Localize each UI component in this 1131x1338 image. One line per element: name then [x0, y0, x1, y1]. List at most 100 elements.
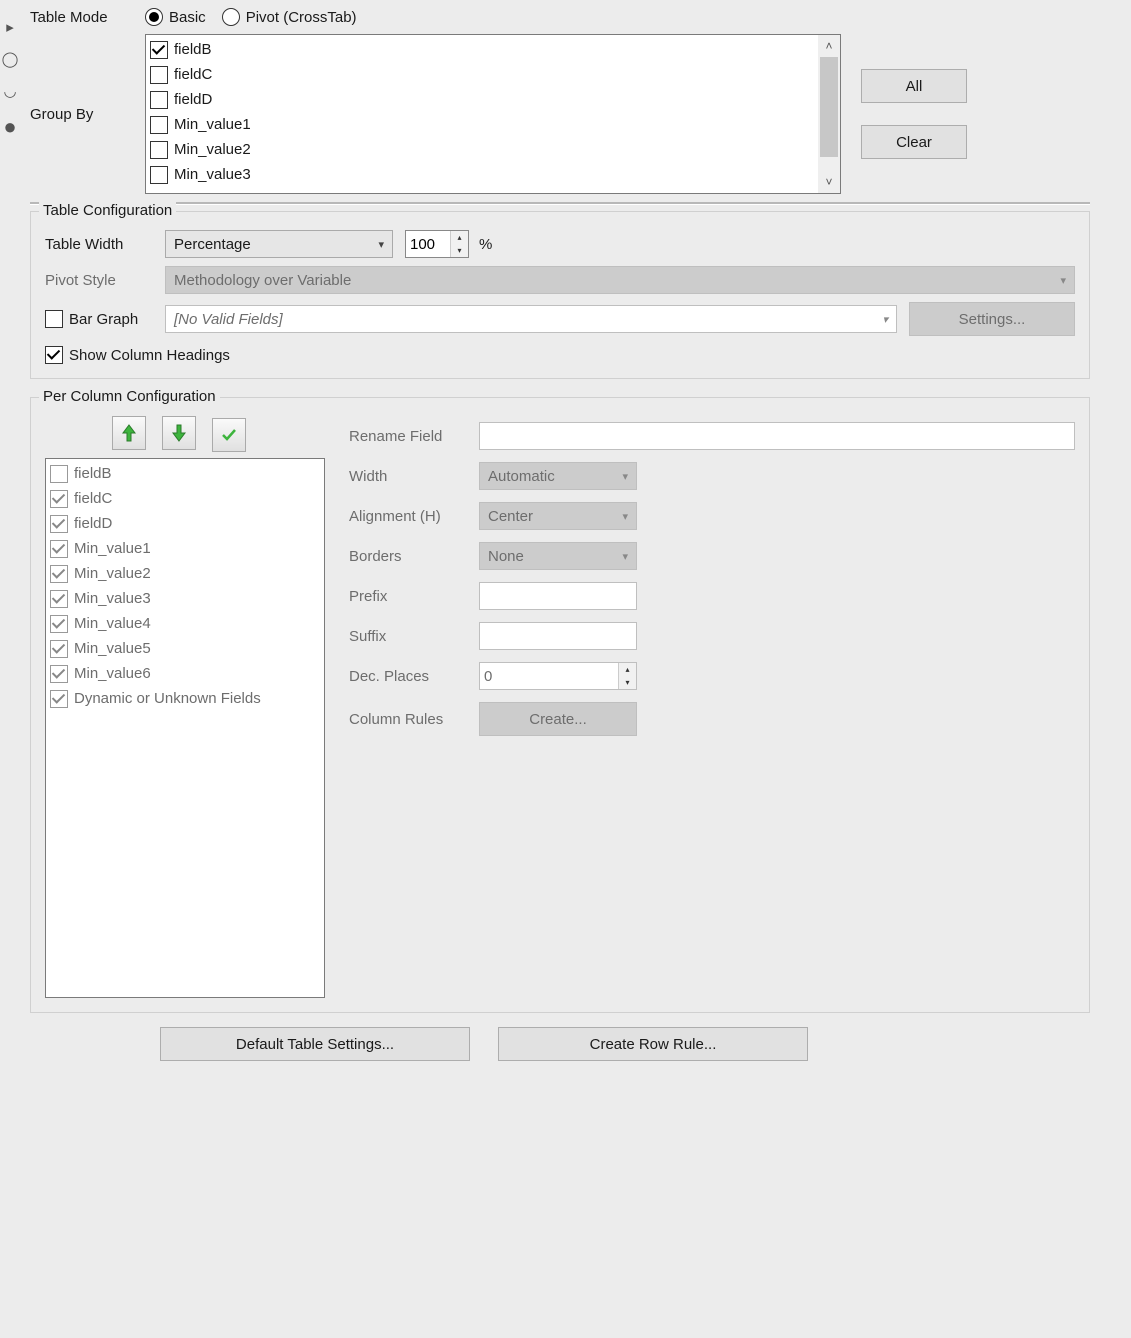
list-item-label: Min_value4 [74, 615, 151, 632]
radio-basic[interactable]: Basic [145, 8, 206, 26]
list-item[interactable]: Min_value2 [50, 561, 320, 586]
pivot-style-label: Pivot Style [45, 272, 165, 289]
list-item-label: fieldC [74, 490, 112, 507]
group-title: Per Column Configuration [39, 388, 220, 405]
chevron-down-icon: ▾ [622, 510, 628, 523]
checkbox-icon [50, 565, 68, 583]
list-item[interactable]: Min_value6 [50, 661, 320, 686]
move-up-button[interactable] [112, 416, 146, 450]
list-item-label: Min_value5 [74, 640, 151, 657]
list-item[interactable]: Min_value4 [50, 611, 320, 636]
scroll-thumb[interactable] [820, 57, 838, 157]
show-column-headings-check[interactable]: Show Column Headings [45, 346, 230, 364]
check-icon [221, 428, 237, 442]
list-item-label: Min_value2 [74, 565, 151, 582]
unit-percent: % [479, 236, 492, 253]
arrow-up-icon [122, 424, 136, 442]
column-rules-create-button: Create... [479, 702, 637, 736]
checkbox-icon [150, 66, 168, 84]
scroll-up-icon[interactable]: ˄ [818, 35, 840, 57]
rename-field-label: Rename Field [349, 428, 479, 445]
list-item[interactable]: fieldB [50, 461, 320, 486]
table-width-label: Table Width [45, 236, 165, 253]
list-item[interactable]: fieldC [150, 62, 814, 87]
divider [30, 202, 1090, 205]
all-button[interactable]: All [861, 69, 967, 103]
radio-icon [145, 8, 163, 26]
scrollbar[interactable]: ˄ ˅ [818, 35, 840, 193]
list-item-label: Min_value2 [174, 141, 251, 158]
move-down-button[interactable] [162, 416, 196, 450]
spinner[interactable]: ▴▾ [450, 231, 468, 257]
list-item[interactable]: Min_value1 [50, 536, 320, 561]
group-title: Table Configuration [39, 202, 176, 219]
list-item-label: Min_value3 [174, 166, 251, 183]
group-by-list[interactable]: fieldB fieldC fieldD Min_value1 Min_value2 Mi… [145, 34, 841, 194]
list-item[interactable]: Dynamic or Unknown Fields [50, 686, 320, 711]
bar-graph-check[interactable]: Bar Graph [45, 310, 165, 328]
list-item[interactable]: Min_value3 [50, 586, 320, 611]
dec-places-input: ▴▾ [479, 662, 637, 690]
list-item[interactable]: fieldD [150, 87, 814, 112]
list-item[interactable]: fieldD [50, 511, 320, 536]
checkbox-icon [150, 141, 168, 159]
apply-button[interactable] [212, 418, 246, 452]
suffix-input [479, 622, 637, 650]
bar-graph-settings-button: Settings... [909, 302, 1075, 336]
column-rules-label: Column Rules [349, 711, 479, 728]
table-width-mode-select[interactable]: Percentage ▾ [165, 230, 393, 258]
alignment-h-label: Alignment (H) [349, 508, 479, 525]
checkbox-icon [50, 540, 68, 558]
arrow-down-icon [172, 424, 186, 442]
list-item[interactable]: fieldC [50, 486, 320, 511]
suffix-label: Suffix [349, 628, 479, 645]
checkbox-icon [50, 465, 68, 483]
pivot-style-select: Methodology over Variable ▾ [165, 266, 1075, 294]
chevron-down-icon: ▾ [1060, 274, 1066, 287]
checkbox-icon [150, 166, 168, 184]
checkbox-icon [50, 665, 68, 683]
checkbox-icon [150, 41, 168, 59]
prefix-input [479, 582, 637, 610]
spinner: ▴▾ [618, 663, 636, 689]
clear-button[interactable]: Clear [861, 125, 967, 159]
list-item[interactable]: fieldB [150, 37, 814, 62]
checkbox-icon [50, 590, 68, 608]
list-item[interactable]: Min_value3 [150, 162, 814, 187]
list-item[interactable]: Min_value2 [150, 137, 814, 162]
checkbox-icon [50, 615, 68, 633]
prefix-label: Prefix [349, 588, 479, 605]
scroll-down-icon[interactable]: ˅ [818, 171, 840, 193]
list-item-label: Dynamic or Unknown Fields [74, 690, 261, 707]
radio-pivot-label: Pivot (CrossTab) [246, 9, 357, 26]
bar-graph-select: [No Valid Fields] ▾ [165, 305, 897, 333]
list-item-label: fieldB [74, 465, 112, 482]
radio-icon [222, 8, 240, 26]
list-item-label: Min_value3 [74, 590, 151, 607]
default-table-settings-button[interactable]: Default Table Settings... [160, 1027, 470, 1061]
create-row-rule-button[interactable]: Create Row Rule... [498, 1027, 808, 1061]
list-item[interactable]: Min_value1 [150, 112, 814, 137]
list-item-label: fieldC [174, 66, 212, 83]
dec-places-label: Dec. Places [349, 668, 479, 685]
group-by-label: Group By [30, 106, 145, 123]
table-width-value[interactable]: ▴▾ [405, 230, 469, 258]
width-label: Width [349, 468, 479, 485]
table-configuration-group: Table Configuration Table Width Percenta… [30, 211, 1090, 379]
table-mode-label: Table Mode [30, 9, 145, 26]
checkbox-icon [50, 490, 68, 508]
per-column-field-list[interactable]: fieldB fieldC fieldDMin_value1 Min_value2 Mi… [45, 458, 325, 998]
radio-basic-label: Basic [169, 9, 206, 26]
list-item[interactable]: Min_value5 [50, 636, 320, 661]
checkbox-icon [45, 346, 63, 364]
group-by-row: Group By fieldB fieldC fieldD Min_value1 Min… [30, 34, 1090, 194]
list-item-label: fieldB [174, 41, 212, 58]
rename-field-input [479, 422, 1075, 450]
checkbox-icon [150, 116, 168, 134]
alignment-h-select: Center ▾ [479, 502, 637, 530]
borders-select: None ▾ [479, 542, 637, 570]
list-item-label: Min_value1 [174, 116, 251, 133]
table-width-input[interactable] [406, 231, 450, 257]
radio-pivot[interactable]: Pivot (CrossTab) [222, 8, 357, 26]
list-item-label: fieldD [174, 91, 212, 108]
